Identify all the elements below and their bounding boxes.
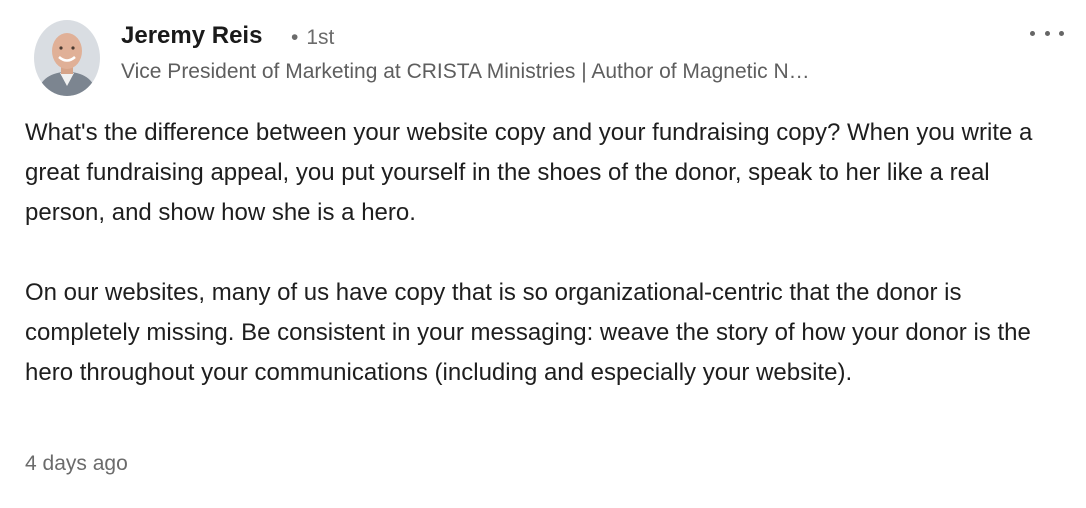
post-timestamp: 4 days ago (25, 452, 128, 475)
post-paragraph: What's the difference between your websi… (25, 119, 1033, 226)
separator-dot: • (291, 26, 299, 49)
ellipsis-icon[interactable] (1026, 18, 1068, 48)
ellipsis-dot (1044, 30, 1050, 36)
post-card: Jeremy Reis • 1st Vice President of Marke… (0, 0, 1086, 508)
author-avatar[interactable] (34, 20, 100, 96)
avatar-photo (34, 20, 100, 96)
ellipsis-dot (1030, 30, 1035, 36)
post-paragraph: On our websites, many of us have copy th… (25, 279, 1031, 386)
author-name[interactable]: Jeremy Reis (121, 20, 262, 52)
connection-degree: • 1st (291, 23, 334, 53)
author-headline: Vice President of Marketing at CRISTA Mi… (121, 60, 810, 83)
post-body: What's the difference between your websi… (25, 113, 1065, 393)
connection-degree-label: 1st (306, 26, 335, 49)
ellipsis-dot (1059, 30, 1064, 36)
